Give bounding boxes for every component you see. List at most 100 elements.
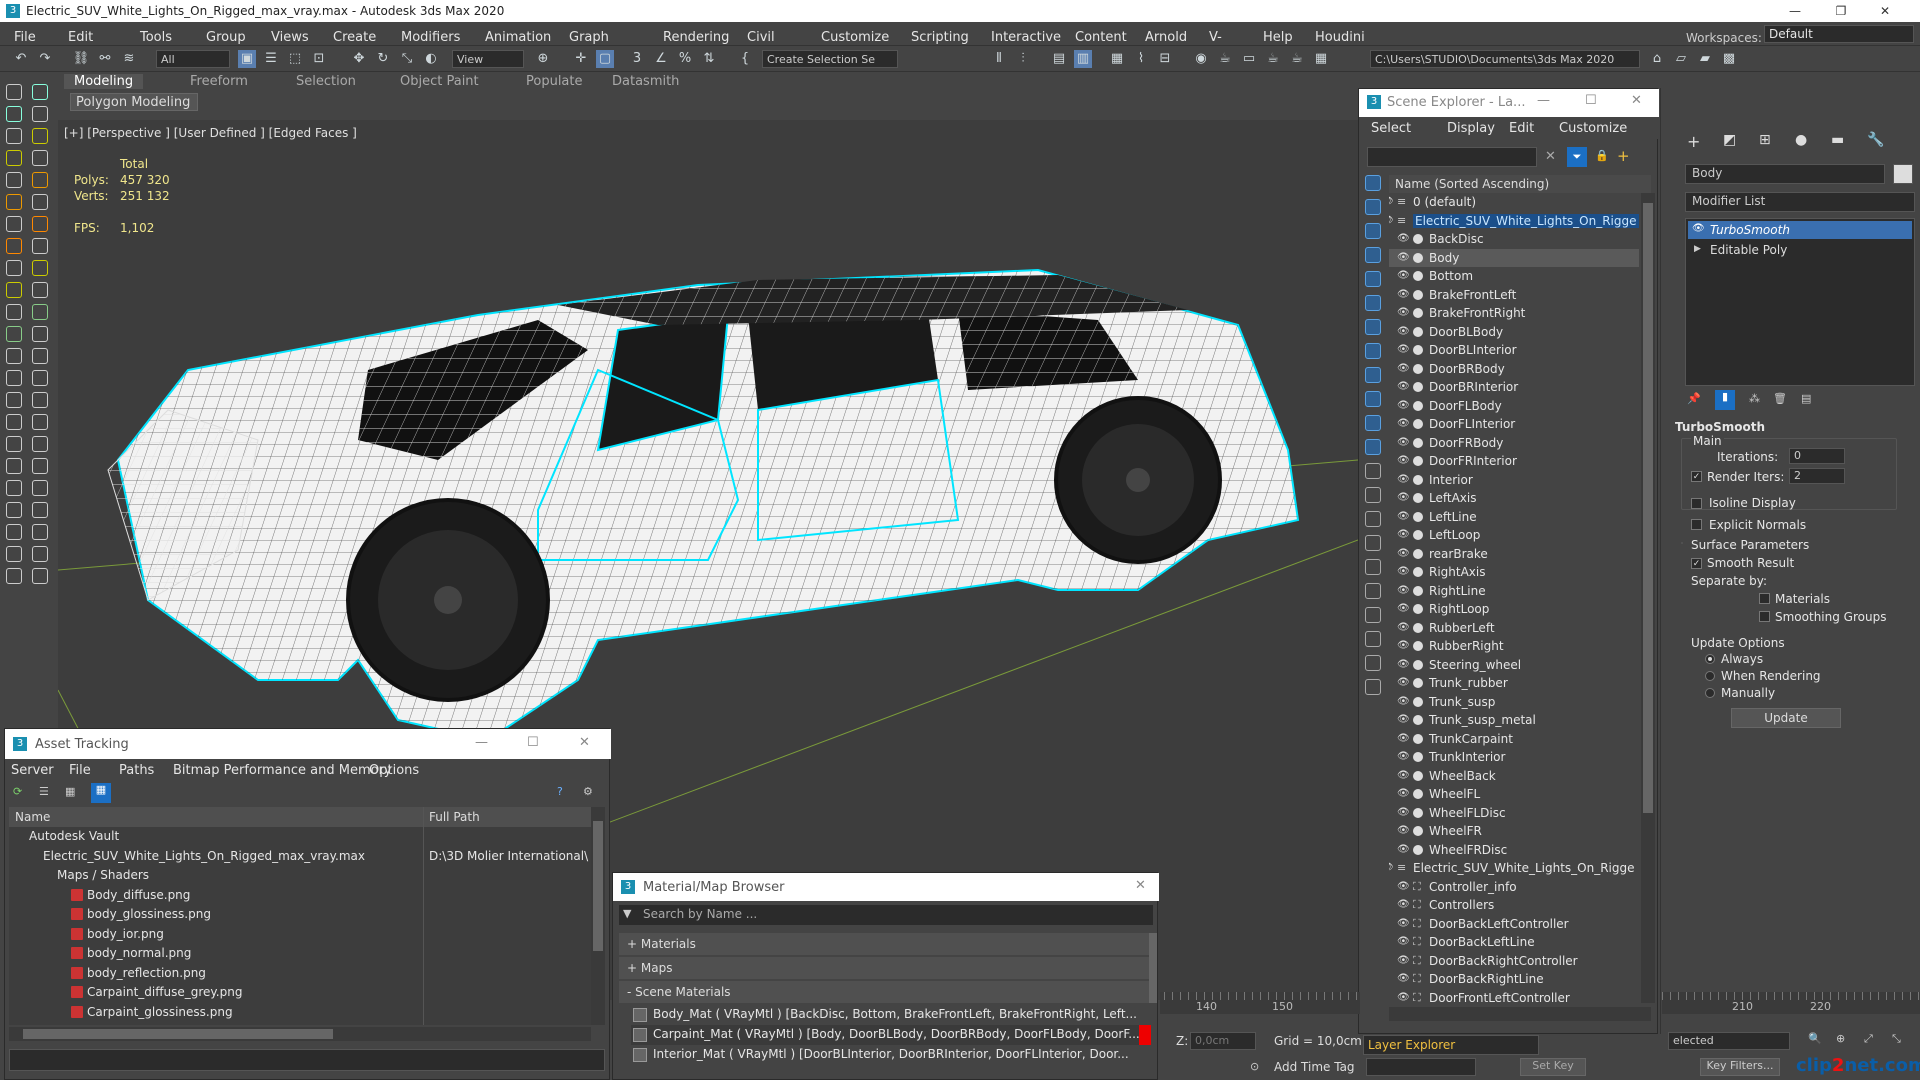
display-tab-icon[interactable]: ▬ — [1831, 132, 1844, 148]
tree-object-row[interactable]: 👁 Steering_wheel — [1389, 656, 1639, 675]
search-options-icon[interactable]: ▼ — [623, 907, 631, 920]
se-close-button[interactable]: ✕ — [1631, 93, 1642, 108]
scene-filter-icon[interactable] — [1365, 559, 1381, 575]
visibility-toggle-icon[interactable]: 👁 — [1397, 640, 1410, 652]
tree-object-row[interactable]: 👁 DoorFLBody — [1389, 397, 1639, 416]
left-tool-icon[interactable] — [6, 480, 22, 496]
at-minimize-button[interactable]: — — [475, 735, 488, 750]
tree-object-row[interactable]: 👁 WheelFL — [1389, 785, 1639, 804]
menu-animation[interactable]: Animation — [485, 26, 551, 45]
scene-filter-icon[interactable] — [1365, 343, 1381, 359]
angle-snap-icon[interactable]: ∠ — [652, 50, 670, 68]
stack-expand-icon[interactable]: ▶ — [1694, 244, 1701, 254]
time-tag-icon[interactable]: ⊙ — [1250, 1060, 1259, 1073]
asset-menu-bitmap-performance-and-memory[interactable]: Bitmap Performance and Memory — [173, 763, 392, 778]
visibility-toggle-icon[interactable]: 👁 — [1397, 622, 1410, 634]
make-unique-icon[interactable]: ⁂ — [1749, 392, 1760, 405]
freeze-toggle-icon[interactable] — [1413, 807, 1423, 818]
maximize-button[interactable]: ❐ — [1826, 2, 1856, 20]
stack-item-editable-poly[interactable]: Editable Poly — [1688, 241, 1912, 259]
left-tool-icon[interactable] — [32, 150, 48, 166]
tree-object-row[interactable]: 👁 DoorBLBody — [1389, 323, 1639, 342]
explicit-normals-checkbox[interactable] — [1691, 519, 1702, 530]
tree-object-row[interactable]: 👁 DoorBRInterior — [1389, 378, 1639, 397]
freeze-toggle-icon[interactable] — [1413, 696, 1423, 707]
freeze-toggle-icon[interactable] — [1413, 271, 1423, 281]
pivot-center-icon[interactable]: ⊕ — [534, 50, 552, 68]
edit-named-selection-icon[interactable]: { — [736, 50, 754, 68]
snaps-toggle-icon[interactable]: 3 — [628, 50, 646, 68]
freeze-toggle-icon[interactable] — [1413, 326, 1423, 337]
scale-icon[interactable]: ⤡ — [398, 50, 416, 68]
separate-materials-checkbox[interactable] — [1759, 593, 1770, 604]
at-close-button[interactable]: ✕ — [579, 735, 590, 750]
left-tool-icon[interactable] — [6, 128, 22, 144]
freeze-toggle-icon[interactable] — [1413, 770, 1423, 781]
column-name[interactable]: Name — [15, 810, 50, 824]
scene-filter-icon[interactable] — [1365, 175, 1381, 191]
at-maximize-button[interactable]: ☐ — [527, 735, 539, 750]
visibility-toggle-icon[interactable]: 👁 — [1389, 215, 1394, 227]
tree-object-row[interactable]: 👁 LeftLine — [1389, 508, 1639, 527]
visibility-toggle-icon[interactable]: 👁 — [1397, 233, 1410, 245]
scene-explorer-search-input[interactable] — [1367, 147, 1537, 167]
menu-views[interactable]: Views — [271, 26, 309, 45]
visibility-toggle-icon[interactable]: 👁 — [1397, 955, 1410, 967]
tree-object-row[interactable]: 👁 ⛶ DoorFrontLeftController — [1389, 989, 1639, 1004]
asset-menu-options[interactable]: Options — [369, 763, 419, 778]
asset-menu-server[interactable]: Server — [11, 763, 54, 778]
placement-icon[interactable]: ◐ — [422, 50, 440, 68]
freeze-toggle-icon[interactable] — [1413, 493, 1423, 503]
rendered-frame-icon[interactable]: ▭ — [1240, 50, 1258, 68]
save-icon[interactable]: ▰ — [1696, 50, 1714, 68]
window-crossing-icon[interactable]: ⊡ — [310, 50, 328, 68]
left-tool-icon[interactable] — [6, 172, 22, 188]
freeze-toggle-icon[interactable] — [1413, 234, 1423, 244]
tree-object-row[interactable]: 👁 ⛶ DoorBackLeftLine — [1389, 933, 1639, 952]
project-path-select[interactable]: C:\Users\STUDIO\Documents\3ds Max 2020 — [1370, 50, 1640, 68]
left-tool-icon[interactable] — [6, 348, 22, 364]
tree-object-row[interactable]: 👁 LeftAxis — [1389, 489, 1639, 508]
visibility-toggle-icon[interactable]: 👁 — [1397, 918, 1410, 930]
asset-row[interactable]: body_ior.png — [9, 925, 591, 945]
scene-filter-icon[interactable] — [1365, 607, 1381, 623]
visibility-toggle-icon[interactable]: 👁 — [1397, 788, 1410, 800]
left-tool-icon[interactable] — [6, 238, 22, 254]
freeze-toggle-icon[interactable] — [1413, 789, 1423, 799]
show-end-result-icon[interactable]: ▮ — [1715, 390, 1735, 410]
freeze-toggle-icon[interactable] — [1413, 474, 1423, 485]
scene-filter-icon[interactable] — [1365, 535, 1381, 551]
scene-filter-icon[interactable] — [1365, 583, 1381, 599]
left-tool-icon[interactable] — [32, 304, 48, 320]
project-settings-icon[interactable]: ▩ — [1720, 50, 1738, 68]
freeze-toggle-icon[interactable] — [1413, 641, 1423, 651]
table-view-icon[interactable]: ▦ — [91, 783, 111, 803]
asset-menu-file[interactable]: File — [69, 763, 91, 778]
visibility-toggle-icon[interactable]: 👁 — [1397, 344, 1410, 356]
left-tool-icon[interactable] — [32, 194, 48, 210]
asset-row[interactable]: Autodesk Vault — [9, 827, 591, 847]
tree-layer-row[interactable]: ◢👁≡Electric_SUV_White_Lights_On_Rigge — [1389, 859, 1639, 878]
left-tool-icon[interactable] — [6, 260, 22, 276]
tree-object-row[interactable]: 👁 LeftLoop — [1389, 526, 1639, 545]
left-tool-icon[interactable] — [32, 260, 48, 276]
material-browser-scrollbar[interactable] — [1149, 933, 1157, 1003]
modifier-list-select[interactable]: Modifier List — [1685, 192, 1915, 212]
bind-spacewarp-icon[interactable]: ≋ — [120, 50, 138, 68]
zoom-icon[interactable]: 🔍 — [1808, 1032, 1822, 1045]
mirror-icon[interactable]: ⫴ — [990, 50, 1008, 68]
open-icon[interactable]: ▱ — [1672, 50, 1690, 68]
tree-object-row[interactable]: 👁 DoorFRBody — [1389, 434, 1639, 453]
scene-filter-icon[interactable] — [1365, 631, 1381, 647]
menu-customize[interactable]: Customize — [821, 26, 889, 45]
freeze-toggle-icon[interactable] — [1413, 437, 1423, 448]
visibility-toggle-icon[interactable]: 👁 — [1397, 992, 1410, 1004]
ribbon-tab-object-paint[interactable]: Object Paint — [400, 74, 479, 89]
timeline-ruler-right[interactable]: 210 220 — [1662, 992, 1920, 1014]
update-button[interactable]: Update — [1731, 708, 1841, 728]
visibility-toggle-icon[interactable]: 👁 — [1397, 603, 1410, 615]
materials-section[interactable]: + Materials — [619, 933, 1153, 955]
scene-filter-icon[interactable] — [1365, 511, 1381, 527]
visibility-toggle-icon[interactable]: 👁 — [1397, 363, 1410, 375]
add-layer-icon[interactable]: + — [1617, 147, 1630, 165]
